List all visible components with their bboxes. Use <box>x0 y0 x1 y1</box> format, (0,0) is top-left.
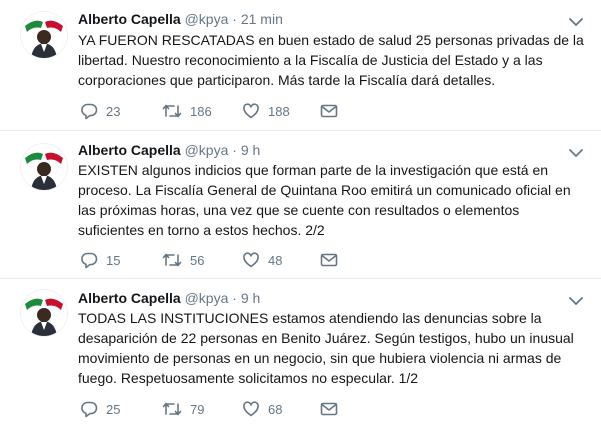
envelope-icon <box>320 103 338 119</box>
retweet-button[interactable]: 186 <box>162 101 212 121</box>
reply-count: 23 <box>106 103 121 119</box>
tweet[interactable]: Alberto Capella @kpya · 21 min YA FUERON… <box>0 0 601 131</box>
direct-message-button[interactable] <box>320 101 338 121</box>
tweet[interactable]: Alberto Capella @kpya · 9 h TODAS LAS IN… <box>0 279 601 432</box>
like-count: 68 <box>268 401 283 417</box>
envelope-icon <box>320 401 338 417</box>
reply-icon <box>80 400 98 418</box>
reply-count: 15 <box>106 252 121 268</box>
envelope-icon <box>320 252 338 268</box>
author-name[interactable]: Alberto Capella <box>78 142 181 158</box>
tweet-text: YA FUERON RESCATADAS en buen estado de s… <box>78 32 584 88</box>
retweet-icon <box>162 400 182 418</box>
reply-count: 25 <box>106 401 121 417</box>
timestamp[interactable]: 9 h <box>241 142 260 158</box>
retweet-button[interactable]: 56 <box>162 250 204 270</box>
like-count: 48 <box>268 252 283 268</box>
reply-button[interactable]: 15 <box>80 250 120 270</box>
like-button[interactable]: 48 <box>242 250 282 270</box>
chevron-down-icon[interactable] <box>569 14 583 26</box>
author-name[interactable]: Alberto Capella <box>78 290 181 306</box>
chevron-down-icon[interactable] <box>569 145 583 157</box>
retweet-count: 186 <box>190 103 212 119</box>
author-name[interactable]: Alberto Capella <box>78 11 181 27</box>
tweet-feed: Alberto Capella @kpya · 21 min YA FUERON… <box>0 0 601 432</box>
like-button[interactable]: 188 <box>242 101 290 121</box>
avatar[interactable] <box>21 144 67 190</box>
avatar-image <box>21 144 67 190</box>
like-button[interactable]: 68 <box>242 399 282 419</box>
tweet-text: EXISTEN algunos indicios que forman part… <box>78 162 571 238</box>
avatar-image <box>21 290 67 336</box>
avatar[interactable] <box>21 290 67 336</box>
avatar[interactable] <box>21 12 67 58</box>
chevron-down-icon[interactable] <box>569 293 583 305</box>
separator-dot: · <box>232 290 237 306</box>
retweet-count: 56 <box>190 252 205 268</box>
author-handle[interactable]: @kpya <box>185 290 229 306</box>
retweet-icon <box>162 102 182 120</box>
like-count: 188 <box>268 103 290 119</box>
author-handle[interactable]: @kpya <box>185 142 229 158</box>
retweet-button[interactable]: 79 <box>162 399 204 419</box>
separator-dot: · <box>232 11 237 27</box>
retweet-count: 79 <box>190 401 205 417</box>
heart-icon <box>242 251 260 269</box>
timestamp[interactable]: 9 h <box>241 290 260 306</box>
tweet-text: TODAS LAS INSTITUCIONES estamos atendien… <box>78 310 574 386</box>
avatar-image <box>21 12 67 58</box>
heart-icon <box>242 400 260 418</box>
separator-dot: · <box>232 142 237 158</box>
direct-message-button[interactable] <box>320 399 338 419</box>
retweet-icon <box>162 251 182 269</box>
tweet-header: Alberto Capella @kpya · 21 min <box>78 10 283 28</box>
direct-message-button[interactable] <box>320 250 338 270</box>
timestamp[interactable]: 21 min <box>241 11 283 27</box>
reply-icon <box>80 251 98 269</box>
author-handle[interactable]: @kpya <box>185 11 229 27</box>
tweet-header: Alberto Capella @kpya · 9 h <box>78 141 260 159</box>
tweet-header: Alberto Capella @kpya · 9 h <box>78 289 260 307</box>
tweet[interactable]: Alberto Capella @kpya · 9 h EXISTEN algu… <box>0 131 601 279</box>
heart-icon <box>242 102 260 120</box>
reply-button[interactable]: 25 <box>80 399 120 419</box>
reply-button[interactable]: 23 <box>80 101 120 121</box>
reply-icon <box>80 102 98 120</box>
